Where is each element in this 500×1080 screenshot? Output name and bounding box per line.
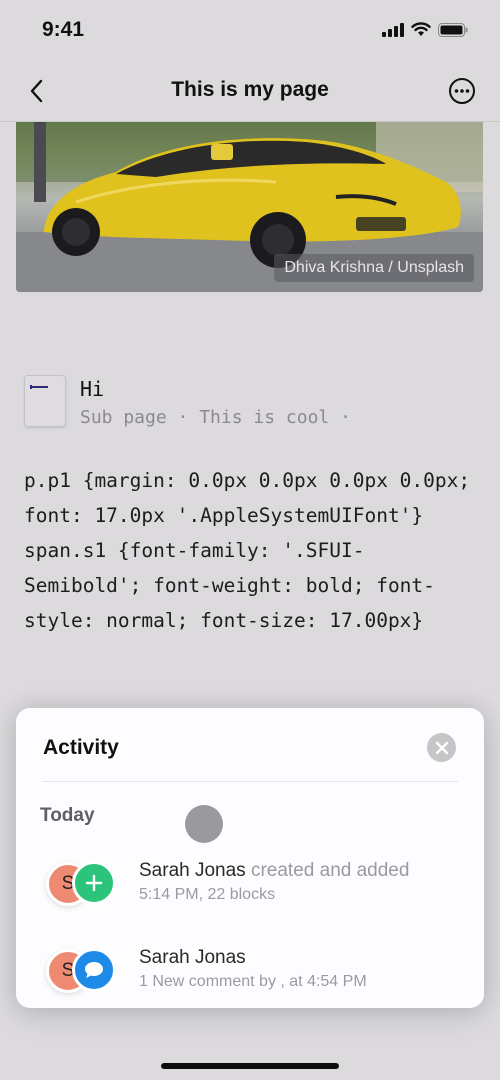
plus-icon: [85, 874, 103, 892]
subpage-meta: Sub page · This is cool ·: [80, 407, 351, 428]
nav-bar: This is my page: [0, 60, 500, 122]
activity-detail: 1 New comment by , at 4:54 PM: [139, 973, 367, 990]
more-options-button[interactable]: [448, 77, 476, 105]
ellipsis-circle-icon: [449, 78, 475, 104]
subpage-link[interactable]: Hi Sub page · This is cool ·: [24, 375, 464, 435]
battery-icon: [438, 22, 468, 37]
activity-user: Sarah Jonas: [139, 860, 246, 881]
code-block[interactable]: p.p1 {margin: 0.0px 0.0px 0.0px 0.0px; f…: [24, 463, 474, 638]
activity-detail: 5:14 PM, 22 blocks: [139, 886, 276, 903]
activity-item[interactable]: S Sarah Jonas created and added 5:14 PM,…: [44, 860, 464, 920]
add-badge: [72, 861, 116, 905]
cover-image[interactable]: Dhiva Krishna / Unsplash: [16, 122, 483, 292]
activity-text: Sarah Jonas 1 New comment by , at 4:54 P…: [139, 947, 367, 991]
page-icon: [24, 375, 66, 427]
touch-indicator: [185, 805, 223, 843]
section-label-today: Today: [40, 805, 95, 826]
activity-action: created and added: [250, 860, 410, 881]
activity-sheet: Activity Today S Sarah Jonas created and…: [16, 708, 484, 1008]
status-icons: [382, 22, 468, 37]
avatar-stack: S: [44, 860, 120, 908]
close-icon: [435, 741, 448, 754]
status-time: 9:41: [42, 18, 85, 41]
activity-user: Sarah Jonas: [139, 947, 246, 968]
close-button[interactable]: [427, 733, 456, 762]
activity-text: Sarah Jonas created and added 5:14 PM, 2…: [139, 860, 409, 904]
activity-title: Activity: [43, 736, 119, 759]
avatar-stack: S: [44, 947, 120, 995]
activity-item[interactable]: S Sarah Jonas 1 New comment by , at 4:54…: [44, 947, 464, 1007]
subpage-title: Hi: [80, 377, 105, 401]
wifi-icon: [411, 22, 431, 36]
cellular-signal-icon: [382, 22, 404, 37]
status-bar: 9:41: [0, 0, 500, 60]
divider: [42, 781, 458, 782]
photo-credit: Dhiva Krishna / Unsplash: [274, 254, 474, 282]
home-indicator[interactable]: [161, 1063, 339, 1069]
comment-icon: [85, 962, 103, 978]
page-title: This is my page: [171, 78, 329, 101]
comment-badge: [72, 948, 116, 992]
